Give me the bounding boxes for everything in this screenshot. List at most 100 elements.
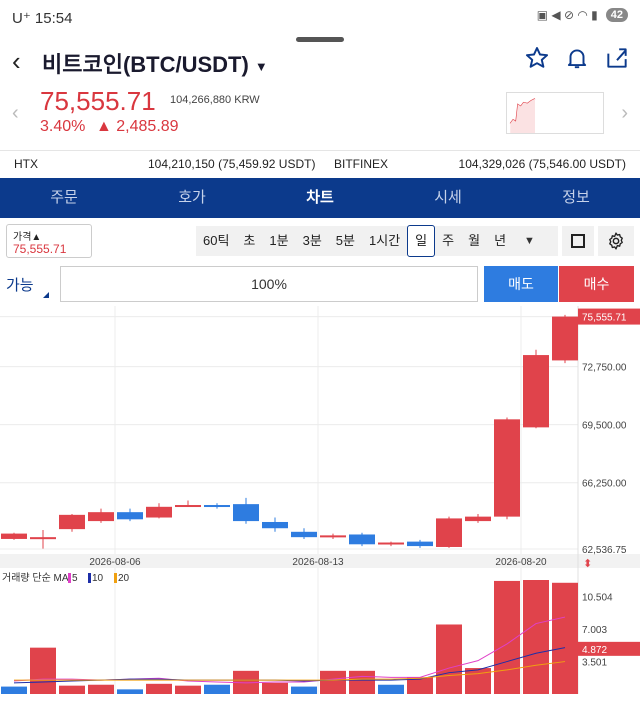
back-arrow-icon[interactable]: ‹: [12, 46, 21, 77]
available-text: 가능: [6, 277, 34, 294]
status-indicator-icons: ▣ ◀ ⊘ ◠ ▮: [536, 8, 598, 22]
current-price: 75,555.71: [40, 86, 156, 116]
current-price-label: 75,555.71: [582, 313, 627, 324]
tab-orderbook[interactable]: 호가: [128, 178, 256, 218]
price-tick-label: 66,250.00: [582, 479, 627, 490]
candle-body: [88, 512, 114, 522]
candle-body: [233, 504, 259, 522]
candle-body: [465, 516, 491, 522]
candle-body: [1, 533, 27, 539]
volume-bar: [291, 686, 317, 694]
status-bar: U⁺ 15:54 ▣ ◀ ⊘ ◠ ▮ 42: [0, 0, 640, 38]
period-3min[interactable]: 3분: [296, 226, 329, 256]
share-icon[interactable]: [604, 45, 630, 71]
krw-price: 104,266,880 KRW: [170, 94, 260, 106]
price-summary: ‹ 75,555.71 104,266,880 KRW 3.40% ▲ 2,48…: [0, 82, 640, 146]
volume-bar: [59, 685, 85, 694]
candle-body: [523, 355, 549, 428]
exchange-name-htx: HTX: [14, 157, 38, 171]
bell-icon[interactable]: [564, 45, 590, 71]
price-tick-label: 62,536.75: [582, 545, 627, 556]
volume-bar: [175, 685, 201, 694]
exchange-value-bitfinex: 104,329,026 (75,546.00 USDT): [458, 157, 626, 171]
volume-bar: [552, 582, 578, 694]
exchange-name-bitfinex: BITFINEX: [334, 157, 389, 171]
tab-order[interactable]: 주문: [0, 178, 128, 218]
period-week[interactable]: 주: [435, 226, 461, 256]
star-icon[interactable]: [524, 45, 550, 71]
ma-legend-label: 5: [72, 573, 78, 584]
volume-bar: [465, 668, 491, 694]
ma-legend-swatch: [68, 573, 71, 583]
price-tick-label: 69,500.00: [582, 421, 627, 432]
volume-tick-label: 7.003: [582, 625, 607, 636]
candle-body: [59, 514, 85, 530]
candle-body: [204, 505, 230, 508]
price-type-value: 75,555.71: [13, 242, 67, 256]
period-selector: 60틱 초 1분 3분 5분 1시간 일 주 월 년 ▼: [196, 225, 558, 257]
volume-bar: [204, 684, 230, 694]
volume-bar: [146, 683, 172, 694]
status-time: U⁺ 15:54: [12, 10, 73, 27]
coin-title[interactable]: 비트코인(BTC/USDT) ▼: [42, 47, 268, 79]
ma-legend-label: 10: [92, 573, 104, 584]
order-percent-field[interactable]: 100%: [60, 266, 478, 302]
period-1hour[interactable]: 1시간: [362, 226, 407, 256]
tab-info[interactable]: 정보: [512, 178, 640, 218]
tab-chart[interactable]: 차트: [256, 178, 384, 218]
next-arrow-icon[interactable]: ›: [621, 102, 628, 125]
candle-body: [262, 521, 288, 529]
candle-body: [291, 531, 317, 538]
volume-bar: [30, 647, 56, 694]
price-type-selector[interactable]: 가격▲ 75,555.71: [6, 224, 92, 258]
candlestick-chart[interactable]: 62,536.75 66,250.00 69,500.00 72,750.00 75,5…: [0, 306, 640, 701]
chart-canvas[interactable]: 62,536.75 66,250.00 69,500.00 72,750.00 75,5…: [0, 306, 640, 701]
volume-bar: [262, 682, 288, 694]
period-day[interactable]: 일: [407, 225, 436, 257]
period-60tick[interactable]: 60틱: [196, 226, 236, 256]
available-label[interactable]: 가능: [6, 274, 49, 298]
change-percent: 3.40%: [40, 118, 86, 135]
candle-body: [494, 419, 520, 517]
date-tick-label: 2026-08-13: [292, 557, 344, 568]
date-tick-label: 2026-08-20: [495, 557, 547, 568]
ma-legend-label: 20: [118, 573, 130, 584]
period-second[interactable]: 초: [236, 226, 262, 256]
corner-triangle-icon: [43, 292, 49, 298]
volume-bar: [523, 580, 549, 694]
change-amount: ▲ 2,485.89: [96, 118, 179, 135]
prev-arrow-icon[interactable]: ‹: [12, 102, 19, 125]
gear-icon: [609, 232, 623, 250]
exchange-value-htx: 104,210,150 (75,459.92 USDT): [148, 157, 316, 171]
exchange-row: HTX 104,210,150 (75,459.92 USDT) BITFINE…: [0, 150, 640, 176]
period-5min[interactable]: 5분: [329, 226, 362, 256]
period-1min[interactable]: 1분: [262, 226, 295, 256]
scroll-marker-icon: ⬍: [583, 558, 592, 570]
current-volume-label: 4.872: [582, 645, 607, 656]
candle-body: [552, 316, 578, 361]
candle-body: [117, 512, 143, 520]
fullscreen-toggle[interactable]: [562, 226, 594, 256]
tab-bar: 주문 호가 차트 시세 정보: [0, 178, 640, 218]
tab-quotes[interactable]: 시세: [384, 178, 512, 218]
period-dropdown-icon[interactable]: ▼: [517, 226, 542, 256]
volume-legend-title: 거래량 단순 MA: [2, 572, 69, 584]
period-month[interactable]: 월: [461, 226, 487, 256]
buy-button[interactable]: 매수: [559, 266, 634, 302]
candle-body: [30, 537, 56, 540]
candle-body: [320, 535, 346, 538]
price-tick-label: 72,750.00: [582, 363, 627, 374]
volume-bar: [320, 670, 346, 694]
ma-legend-swatch: [88, 573, 91, 583]
candle-body: [175, 505, 201, 508]
mini-sparkline[interactable]: [506, 92, 604, 134]
candle-body: [146, 506, 172, 518]
candle-body: [436, 518, 462, 547]
order-row: 가능 100% 매도 매수: [0, 264, 640, 304]
sell-button[interactable]: 매도: [484, 266, 558, 302]
volume-bar: [117, 689, 143, 694]
period-year[interactable]: 년: [487, 226, 513, 256]
chart-settings-button[interactable]: [598, 226, 634, 256]
date-tick-label: 2026-08-06: [89, 557, 141, 568]
volume-tick-label: 10.504: [582, 593, 613, 604]
